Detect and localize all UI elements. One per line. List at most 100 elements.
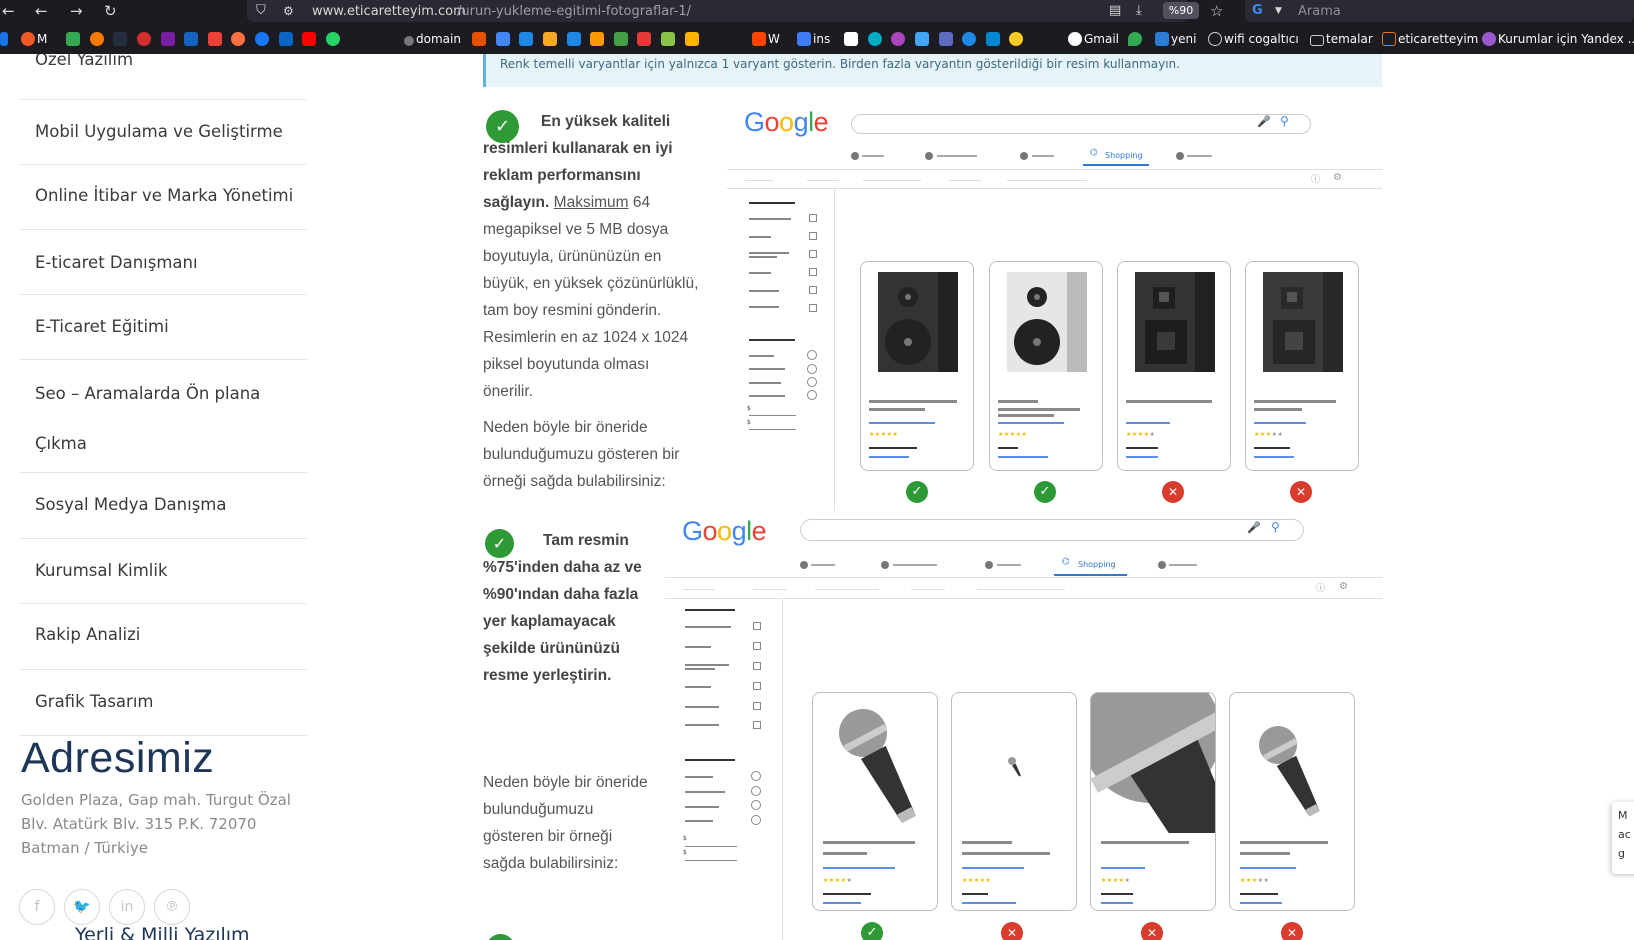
bookmark-label: W bbox=[768, 32, 780, 46]
approved-icon: ✓ bbox=[906, 481, 928, 503]
bookmark-favicon bbox=[495, 32, 510, 46]
tag-icon: ⌬ bbox=[1090, 148, 1098, 158]
sidebar-item-label: Kurumsal Kimlik bbox=[35, 561, 168, 580]
bookmark-eticaretteyim[interactable]: eticaretteyim bbox=[1382, 32, 1478, 46]
sidebar-item-mobil-uygulama[interactable]: Mobil Uygulama ve Geliştirme bbox=[19, 100, 307, 165]
map-pin-icon bbox=[1128, 32, 1142, 46]
sidebar-item-seo[interactable]: Seo – Aramalarda Ön plana Çıkma bbox=[19, 360, 307, 473]
bookmark-favicon bbox=[207, 32, 222, 46]
bookmark-favicon bbox=[1482, 32, 1496, 46]
bookmark-m[interactable]: M bbox=[21, 32, 47, 46]
product-card: ★★★★★ bbox=[1117, 261, 1231, 471]
bookmark-maps[interactable] bbox=[1128, 32, 1144, 46]
bookmark-favicon bbox=[867, 32, 882, 46]
bookmark-favicon bbox=[136, 32, 151, 46]
bookmark-yeni[interactable]: yeni bbox=[1155, 32, 1196, 46]
bookmark-favicon bbox=[1009, 32, 1024, 46]
bookmark-favicon bbox=[326, 32, 341, 46]
sidebar-item-label: E-Ticaret Eğitimi bbox=[35, 317, 169, 336]
shield-icon[interactable]: ⛉ bbox=[256, 3, 266, 19]
browser-toolbar: ← ← → ↻ ⛉ ⚙ www.eticaretteyim.com /urun-… bbox=[0, 0, 1634, 24]
address-heading: Adresimiz bbox=[21, 734, 215, 782]
reader-view-icon[interactable]: ▤ bbox=[1109, 3, 1121, 19]
product-card: ★★★★★ bbox=[951, 692, 1077, 911]
microphone-image bbox=[1259, 726, 1320, 817]
linkedin-icon[interactable]: in bbox=[109, 889, 145, 925]
sidebar-item-ozel-yazilim[interactable]: Özel Yazılım bbox=[19, 54, 307, 100]
download-icon[interactable]: ⤓ bbox=[1136, 3, 1142, 19]
rating-stars: ★★★★★ bbox=[1101, 877, 1131, 884]
search-placeholder: Arama bbox=[1298, 4, 1341, 19]
bookmark-favicon bbox=[89, 32, 104, 46]
bookmark-favicon bbox=[590, 32, 605, 46]
bookmark-favicon bbox=[113, 32, 128, 46]
sidebar-item-grafik-tasarim[interactable]: Grafik Tasarım bbox=[19, 670, 307, 736]
bookmark-favicon bbox=[637, 32, 652, 46]
sidebar-item-label: E-ticaret Danışmanı bbox=[35, 253, 198, 272]
bookmark-favicon bbox=[985, 32, 1000, 46]
bookmark-temalar[interactable]: temalar bbox=[1310, 32, 1373, 46]
sidebar-item-label: Online İtibar ve Marka Yönetimi bbox=[35, 186, 294, 205]
bookmarks-bar: M domain W ins Gmail yeni wifi cogaltıcı… bbox=[0, 24, 1634, 54]
sidebar-item-sosyal-medya[interactable]: Sosyal Medya Danışma bbox=[19, 473, 307, 539]
bookmark-favicon bbox=[0, 32, 8, 46]
bookmark-yandex[interactable]: Kurumlar için Yandex ... bbox=[1482, 32, 1634, 46]
sidebar-item-eticaret-danismani[interactable]: E-ticaret Danışmanı bbox=[19, 230, 307, 295]
bookmark-star-icon[interactable]: ☆ bbox=[1210, 3, 1223, 19]
speaker-image bbox=[1007, 272, 1087, 372]
product-card: ★★★★★ bbox=[860, 261, 974, 471]
bookmark-favicon bbox=[255, 32, 270, 46]
section2-note: Neden böyle bir öneride bulunduğumuzu gö… bbox=[483, 774, 648, 872]
section1-text: En yüksek kaliteli resimleri kullanarak … bbox=[483, 108, 703, 405]
chevron-down-icon[interactable]: ▼ bbox=[1275, 3, 1282, 19]
rejected-icon: ✕ bbox=[1141, 922, 1163, 940]
bookmark-favicon bbox=[962, 32, 977, 46]
bookmark-wifi[interactable]: wifi cogaltıcı bbox=[1208, 32, 1299, 46]
bookmark-icon-row[interactable] bbox=[0, 32, 10, 46]
speaker-image bbox=[878, 272, 958, 372]
bookmark-favicon bbox=[938, 32, 953, 46]
microphone-image bbox=[839, 709, 917, 824]
bookmark-favicon-group[interactable] bbox=[472, 32, 701, 46]
shopping-mockup-1: Google 🎤 ⚲ ⌬ Shopping ⓘ ⚙ $ $ ★★★★★ ★★★★… bbox=[727, 99, 1382, 511]
rating-stars: ★★★★★ bbox=[823, 877, 853, 884]
reload-icon[interactable]: ↻ bbox=[104, 3, 117, 19]
sidebar-item-eticaret-egitimi[interactable]: E-Ticaret Eğitimi bbox=[19, 295, 307, 360]
notice-box: Renk temelli varyantlar için yalnızca 1 … bbox=[483, 54, 1382, 87]
sidebar-item-online-itibar[interactable]: Online İtibar ve Marka Yönetimi bbox=[19, 165, 307, 230]
bookmark-w[interactable]: W bbox=[752, 32, 780, 46]
search-engine-icon[interactable]: G bbox=[1252, 3, 1263, 19]
url-host[interactable]: www.eticaretteyim.com bbox=[312, 4, 466, 19]
forward-icon[interactable]: → bbox=[70, 3, 83, 19]
bookmark-favicon-group[interactable] bbox=[66, 32, 342, 46]
sidebar-item-rakip-analizi[interactable]: Rakip Analizi bbox=[19, 604, 307, 670]
bookmark-ins[interactable]: ins bbox=[797, 32, 830, 46]
search-icon: ⚲ bbox=[1280, 114, 1289, 128]
side-popup-text: g bbox=[1618, 847, 1625, 860]
twitter-icon[interactable]: 🐦 bbox=[64, 889, 100, 925]
sidebar-item-label: Grafik Tasarım bbox=[35, 692, 154, 711]
bookmark-favicon bbox=[519, 32, 534, 46]
google-logo: Google bbox=[682, 516, 767, 546]
side-popup[interactable]: M ac g bbox=[1612, 802, 1634, 874]
bookmark-domain[interactable]: domain bbox=[404, 32, 461, 46]
product-card: ★★★★★ bbox=[812, 692, 938, 911]
facebook-icon[interactable]: f bbox=[19, 889, 55, 925]
bookmark-favicon-group[interactable] bbox=[844, 32, 1025, 46]
bookmark-favicon bbox=[302, 32, 317, 46]
bookmark-gmail[interactable]: Gmail bbox=[1068, 32, 1119, 46]
back-icon[interactable]: ← bbox=[2, 3, 15, 19]
forward-icon[interactable]: ← bbox=[35, 3, 48, 19]
section2-bold: Tam resmin %75'inden daha az ve %90'ında… bbox=[483, 532, 642, 684]
sidebar-item-kurumsal-kimlik[interactable]: Kurumsal Kimlik bbox=[19, 539, 307, 604]
microphone-image-oversized bbox=[1091, 693, 1215, 833]
rating-stars: ★★★★★ bbox=[869, 431, 899, 438]
url-path[interactable]: /urun-yukleme-egitimi-fotograflar-1/ bbox=[457, 4, 691, 19]
bookmark-favicon bbox=[472, 32, 486, 46]
maksimum-link[interactable]: Maksimum bbox=[554, 194, 629, 211]
permissions-icon[interactable]: ⚙ bbox=[283, 3, 294, 19]
bookmark-favicon bbox=[542, 32, 557, 46]
zoom-level[interactable]: %90 bbox=[1163, 2, 1199, 19]
shopping-mockup-2: Google 🎤 ⚲ ⌬ Shopping ⓘ ⚙ $ $ ★★★★★ ★★★★… bbox=[665, 510, 1382, 940]
pinterest-icon[interactable]: ℗ bbox=[154, 889, 190, 925]
